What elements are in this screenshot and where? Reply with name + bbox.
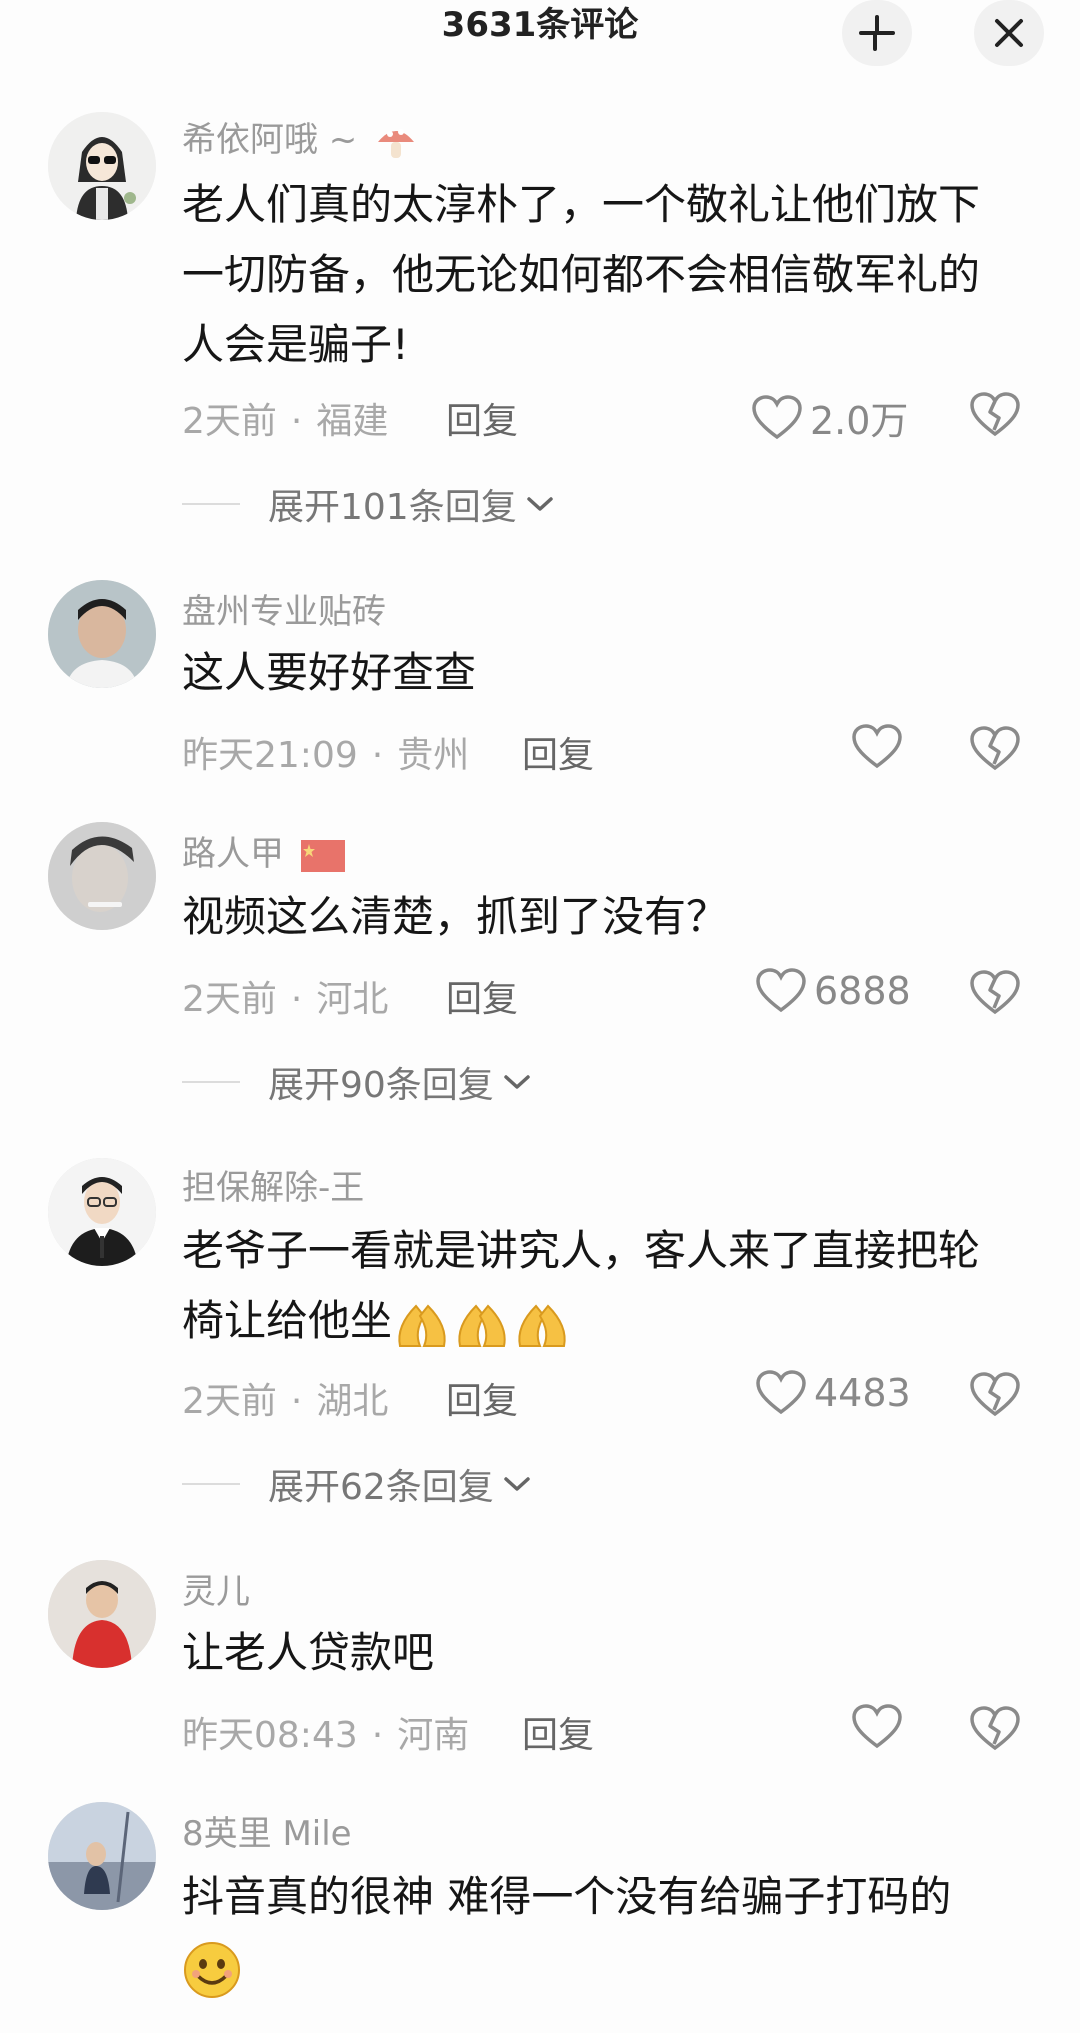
close-button[interactable] bbox=[974, 0, 1044, 66]
folded-hands-icon bbox=[398, 1304, 566, 1347]
comment-region: 湖北 bbox=[316, 1381, 389, 1422]
comment-text: 抖音真的很神 难得一个没有给骗子打码的 bbox=[182, 1862, 1002, 2002]
avatar[interactable] bbox=[48, 822, 156, 930]
dislike-button[interactable] bbox=[970, 1706, 1020, 1756]
comment-text: 让老人贷款吧 bbox=[182, 1628, 435, 1677]
broken-heart-icon bbox=[970, 726, 1020, 771]
comment-time: 昨天08:43 bbox=[182, 1715, 358, 1756]
expand-replies-button[interactable]: 展开101条回复 bbox=[182, 478, 555, 530]
comment-region: 福建 bbox=[316, 401, 389, 442]
divider bbox=[182, 1081, 240, 1083]
comments-header: 3631条评论 bbox=[0, 0, 1080, 66]
comment-meta: 2天前 · 湖北 bbox=[182, 1381, 389, 1422]
collapse-button[interactable] bbox=[842, 0, 912, 66]
username[interactable]: 担保解除-王 bbox=[182, 1160, 364, 1209]
like-count: 4483 bbox=[814, 1371, 911, 1415]
username[interactable]: 8英里 Mile bbox=[182, 1806, 352, 1855]
like-count: 6888 bbox=[814, 969, 911, 1013]
avatar[interactable] bbox=[48, 1560, 156, 1668]
divider bbox=[182, 1483, 240, 1485]
comment-time: 2天前 bbox=[182, 1381, 277, 1422]
divider bbox=[182, 503, 240, 505]
heart-icon bbox=[756, 968, 806, 1013]
chevron-down-icon bbox=[504, 1075, 530, 1089]
comment-text: 这人要好好查查 bbox=[182, 648, 477, 697]
like-button[interactable] bbox=[852, 724, 910, 770]
comment-meta: 2天前 · 河北 bbox=[182, 979, 389, 1020]
avatar[interactable] bbox=[48, 112, 156, 220]
comment-time: 昨天21:09 bbox=[182, 735, 358, 776]
chevron-down-icon bbox=[526, 497, 553, 511]
comment-region: 贵州 bbox=[397, 735, 470, 776]
username[interactable]: 路人甲 bbox=[182, 826, 345, 875]
like-button[interactable]: 4483 bbox=[756, 1370, 911, 1416]
reply-button[interactable]: 回复 bbox=[522, 1706, 594, 1758]
avatar[interactable] bbox=[48, 1802, 156, 1910]
comment-time: 2天前 bbox=[182, 979, 277, 1020]
avatar[interactable] bbox=[48, 580, 156, 688]
close-icon bbox=[995, 19, 1023, 47]
heart-icon bbox=[756, 1370, 806, 1415]
heart-icon bbox=[852, 1704, 902, 1749]
china-flag-icon bbox=[300, 839, 345, 872]
like-count: 2.0万 bbox=[810, 399, 909, 443]
mushroom-icon bbox=[378, 128, 415, 158]
dislike-button[interactable] bbox=[970, 1372, 1020, 1422]
comment-region: 河北 bbox=[316, 979, 389, 1020]
comment-text: 老爷子一看就是讲究人，客人来了直接把轮椅让给他坐 bbox=[182, 1216, 1012, 1356]
username[interactable]: 盘州专业贴砖 bbox=[182, 584, 386, 633]
comment-text: 老人们真的太淳朴了，一个敬礼让他们放下一切防备，他无论如何都不会相信敬军礼的人会… bbox=[182, 180, 981, 369]
heart-icon bbox=[852, 724, 902, 769]
reply-button[interactable]: 回复 bbox=[446, 392, 518, 444]
username[interactable]: 希依阿哦 ~ bbox=[182, 112, 418, 162]
comment-region: 河南 bbox=[397, 1715, 470, 1756]
username[interactable]: 灵儿 bbox=[182, 1564, 250, 1613]
comment-count-title: 3631条评论 bbox=[441, 5, 639, 45]
dislike-button[interactable] bbox=[970, 970, 1020, 1020]
broken-heart-icon bbox=[970, 970, 1020, 1015]
comment-meta: 昨天21:09 · 贵州 bbox=[182, 735, 470, 776]
like-button[interactable]: 6888 bbox=[756, 968, 911, 1014]
reply-button[interactable]: 回复 bbox=[446, 970, 518, 1022]
comment-meta: 昨天08:43 · 河南 bbox=[182, 1715, 470, 1756]
comment-time: 2天前 bbox=[182, 401, 277, 442]
heart-icon bbox=[752, 394, 802, 439]
like-button[interactable]: 2.0万 bbox=[752, 390, 908, 445]
expand-replies-button[interactable]: 展开90条回复 bbox=[182, 1056, 532, 1108]
chevron-down-icon bbox=[504, 1477, 530, 1491]
avatar[interactable] bbox=[48, 1158, 156, 1266]
smiling-face-icon bbox=[184, 1941, 240, 1998]
reply-button[interactable]: 回复 bbox=[446, 1372, 518, 1424]
dislike-button[interactable] bbox=[970, 726, 1020, 776]
like-button[interactable] bbox=[852, 1704, 910, 1750]
comment-text: 视频这么清楚，抓到了没有？ bbox=[182, 892, 729, 941]
broken-heart-icon bbox=[970, 1706, 1020, 1751]
reply-button[interactable]: 回复 bbox=[522, 726, 594, 778]
broken-heart-icon bbox=[970, 392, 1020, 437]
expand-replies-button[interactable]: 展开62条回复 bbox=[182, 1458, 532, 1510]
dislike-button[interactable] bbox=[970, 392, 1020, 442]
comment-meta: 2天前 · 福建 bbox=[182, 401, 389, 442]
broken-heart-icon bbox=[970, 1372, 1020, 1417]
collapse-icon bbox=[859, 15, 895, 51]
